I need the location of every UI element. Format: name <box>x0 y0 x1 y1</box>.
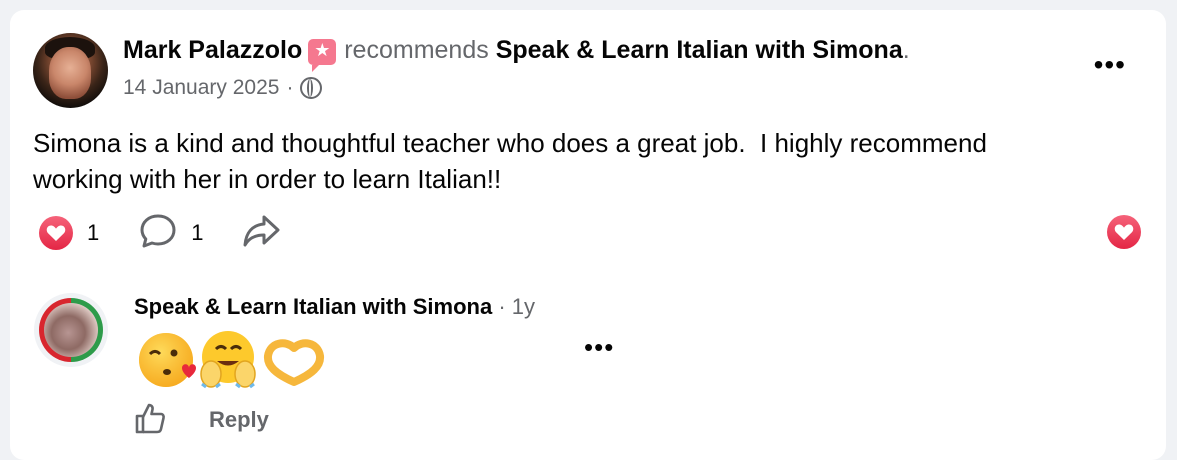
comment-more-icon[interactable]: ••• <box>584 332 614 363</box>
post-more-icon[interactable]: ••• <box>1094 51 1126 79</box>
post-meta: 14 January 2025 · <box>123 76 323 100</box>
reply-button[interactable]: Reply <box>209 407 269 433</box>
share-glyph-icon <box>243 215 279 246</box>
avatar-photo <box>44 303 98 357</box>
comment-time[interactable]: 1y <box>512 294 535 319</box>
post-header: Mark Palazzolo recommends Speak & Learn … <box>123 36 910 72</box>
thumbs-up-icon[interactable] <box>134 402 166 439</box>
recommend-verb: recommends <box>344 36 489 64</box>
commenter-avatar[interactable] <box>34 293 108 367</box>
author-name[interactable]: Mark Palazzolo <box>123 36 302 65</box>
share-arrow-icon[interactable] <box>242 213 282 254</box>
avatar-face <box>49 47 91 99</box>
post-card: Mark Palazzolo recommends Speak & Learn … <box>10 10 1166 460</box>
emoji-row <box>139 331 325 389</box>
comment-header: Speak & Learn Italian with Simona · 1y <box>134 294 535 320</box>
reaction-count[interactable]: 1 <box>87 220 99 246</box>
heart-reaction-icon[interactable] <box>39 216 73 250</box>
page-name-link[interactable]: Speak & Learn Italian with Simona <box>496 36 903 65</box>
comment-emojis <box>136 330 332 403</box>
commenter-name[interactable]: Speak & Learn Italian with Simona <box>134 294 492 319</box>
love-react-button-icon[interactable] <box>1107 215 1141 249</box>
comment-bubble-icon[interactable] <box>139 213 177 254</box>
author-avatar[interactable] <box>33 33 108 108</box>
comment-count[interactable]: 1 <box>191 220 203 246</box>
post-actions: 1 1 <box>39 213 282 253</box>
globe-icon[interactable] <box>300 77 323 99</box>
avatar-ring <box>39 298 103 362</box>
post-date[interactable]: 14 January 2025 <box>123 76 279 100</box>
recommend-badge-icon <box>308 38 337 72</box>
heart-glyph-icon <box>1114 224 1134 240</box>
face-blowing-kiss-emoji <box>139 333 196 387</box>
heart-hands-emoji <box>263 339 325 386</box>
meta-separator: · <box>286 76 294 99</box>
post-text: Simona is a kind and thoughtful teacher … <box>33 128 987 194</box>
thumbs-up-glyph-icon <box>135 403 165 434</box>
header-period: . <box>902 36 910 64</box>
comment-glyph-icon <box>140 214 176 247</box>
smiling-face-with-open-hands-emoji <box>200 331 256 389</box>
comment-separator: · <box>498 294 506 319</box>
heart-glyph-icon <box>46 225 66 241</box>
